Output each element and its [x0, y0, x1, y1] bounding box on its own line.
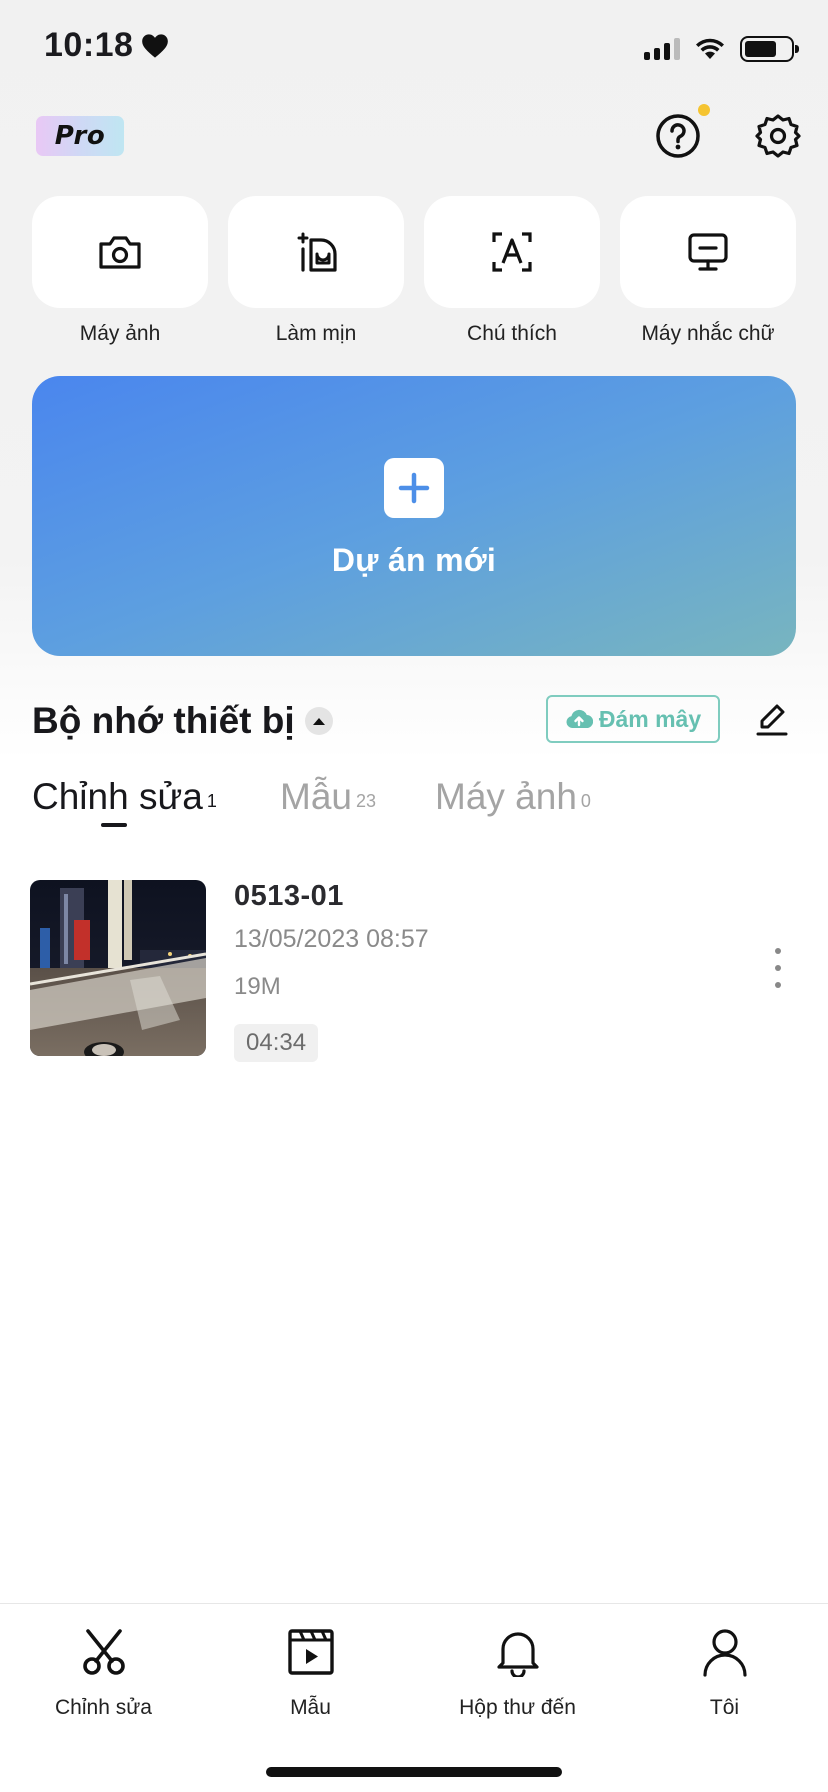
- tool-smooth-button[interactable]: [228, 196, 404, 308]
- scissors-icon: [82, 1629, 125, 1675]
- battery-icon: [740, 36, 799, 62]
- project-duration: 04:34: [234, 1024, 319, 1062]
- project-name[interactable]: 0513-01: [234, 880, 344, 913]
- nav-profile[interactable]: Tôi: [621, 1624, 828, 1720]
- tab-templates-count: 23: [355, 791, 377, 811]
- edit-pencil-icon: [756, 704, 788, 736]
- cloud-upload-icon: [566, 709, 593, 729]
- plus-icon: [384, 457, 444, 518]
- gear-icon: [755, 114, 801, 158]
- camera-icon: [99, 236, 141, 269]
- new-project-button[interactable]: Dự án mới: [32, 376, 796, 656]
- nav-templates[interactable]: Mẫu: [207, 1624, 414, 1720]
- status-indicators: [644, 36, 799, 62]
- tab-camera[interactable]: Máy ảnh 0: [435, 776, 591, 818]
- tool-caption-label: Chú thích: [467, 322, 557, 345]
- storage-selector[interactable]: Bộ nhớ thiết bị: [32, 700, 333, 742]
- tab-edit-label: Chỉnh sửa: [32, 776, 203, 817]
- tab-templates[interactable]: Mẫu 23: [280, 776, 376, 818]
- tab-camera-label: Máy ảnh: [435, 776, 577, 817]
- active-tab-indicator: [101, 823, 127, 827]
- cellular-signal-icon: [644, 38, 680, 60]
- teleprompter-icon: [688, 233, 728, 271]
- caption-icon: [492, 232, 532, 272]
- tool-teleprompter-label: Máy nhắc chữ: [641, 322, 775, 345]
- tab-edit[interactable]: Chỉnh sửa 1: [32, 776, 217, 818]
- tool-camera-label: Máy ảnh: [79, 322, 161, 345]
- bell-icon: [496, 1632, 539, 1677]
- help-icon: [656, 114, 700, 158]
- nav-edit-label: Chỉnh sửa: [55, 1696, 152, 1719]
- project-size: 19M: [234, 973, 281, 1000]
- nav-templates-label: Mẫu: [290, 1696, 331, 1719]
- edit-button[interactable]: [754, 700, 790, 738]
- cloud-label: Đám mây: [598, 705, 702, 732]
- home-indicator[interactable]: [266, 1767, 562, 1777]
- project-date: 13/05/2023 08:57: [234, 925, 429, 953]
- tab-templates-label: Mẫu: [280, 776, 352, 817]
- pro-badge[interactable]: Pro: [36, 116, 124, 156]
- more-vertical-icon: [775, 948, 781, 954]
- profile-icon: [702, 1629, 747, 1677]
- heart-icon: [142, 33, 169, 58]
- nav-inbox[interactable]: Hộp thư đến: [414, 1624, 621, 1720]
- wifi-icon: [696, 38, 724, 59]
- project-more-button[interactable]: [766, 948, 790, 988]
- status-time: 10:18: [44, 26, 169, 65]
- new-project-label: Dự án mới: [331, 541, 497, 578]
- nav-edit[interactable]: Chỉnh sửa: [0, 1624, 207, 1720]
- nav-inbox-label: Hộp thư đến: [459, 1696, 576, 1719]
- tool-camera-button[interactable]: [32, 196, 208, 308]
- nav-profile-label: Tôi: [709, 1696, 740, 1719]
- cloud-button[interactable]: Đám mây: [546, 695, 720, 743]
- storage-title: Bộ nhớ thiết bị: [32, 700, 295, 741]
- smooth-face-icon: [297, 232, 337, 272]
- tool-smooth-label: Làm mịn: [275, 322, 357, 345]
- tab-camera-count: 0: [580, 791, 591, 811]
- caret-up-icon: [304, 707, 333, 735]
- template-icon: [287, 1629, 334, 1675]
- project-thumbnail[interactable]: [30, 880, 206, 1056]
- status-time-text: 10:18: [44, 26, 134, 64]
- tab-edit-count: 1: [206, 791, 217, 811]
- tool-teleprompter-button[interactable]: [620, 196, 796, 308]
- notification-dot: [698, 104, 710, 116]
- settings-button[interactable]: [754, 112, 802, 160]
- help-button[interactable]: [654, 112, 702, 160]
- tool-caption-button[interactable]: [424, 196, 600, 308]
